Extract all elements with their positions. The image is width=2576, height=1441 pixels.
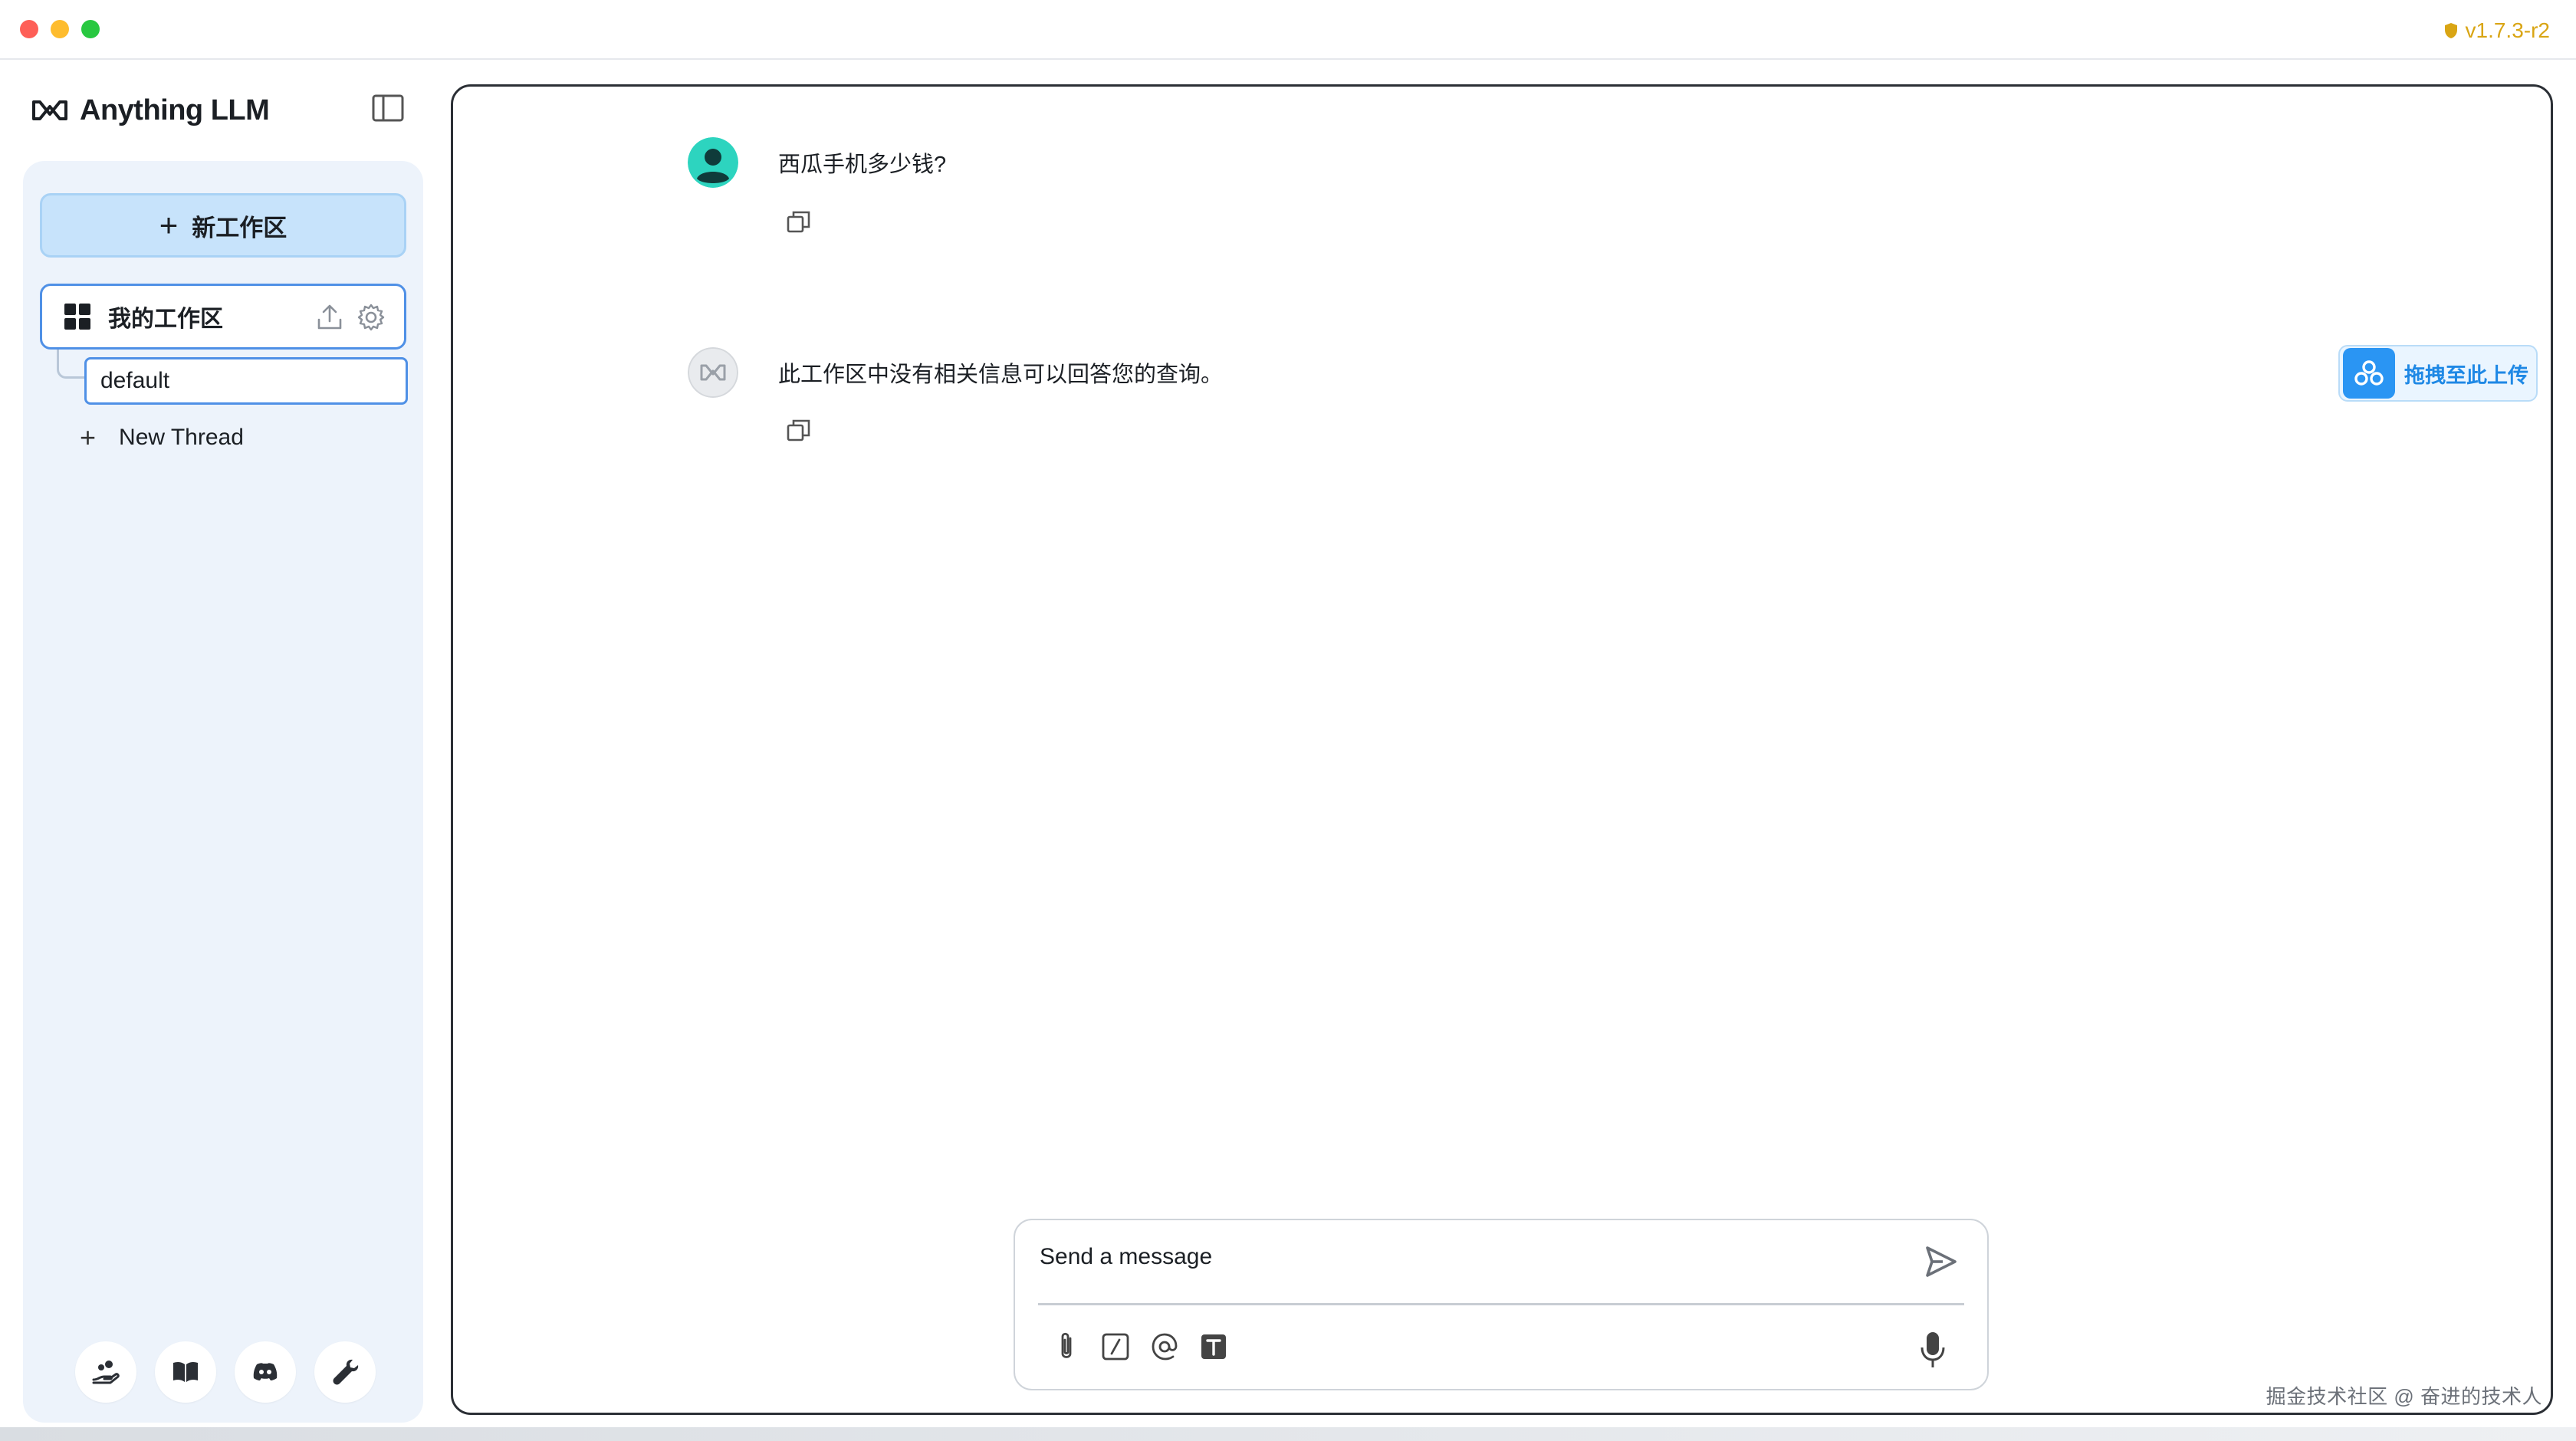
user-avatar-icon: [688, 137, 738, 188]
cloud-link-icon: [2354, 360, 2384, 386]
settings-wrench-icon: [333, 1359, 359, 1385]
slash-command-icon[interactable]: [1101, 1331, 1130, 1363]
gear-icon[interactable]: [356, 303, 386, 332]
watermark-text: 掘金技术社区 @ 奋进的技术人: [2266, 1385, 2542, 1408]
community-hub-button[interactable]: [75, 1341, 136, 1403]
at-mention-icon[interactable]: [1150, 1331, 1179, 1363]
chat-panel: 西瓜手机多少钱? 此工作区中没有相关信息可以回答您的查询。: [451, 84, 2553, 1415]
paperclip-icon[interactable]: [1052, 1331, 1081, 1363]
new-workspace-label: 新工作区: [192, 214, 288, 241]
new-thread-label: New Thread: [119, 425, 244, 450]
grid-icon: [64, 304, 90, 330]
plus-icon: +: [80, 422, 97, 453]
chat-message-user: 西瓜手机多少钱?: [688, 137, 946, 188]
upload-badge: [2343, 348, 2395, 399]
composer-divider: [1038, 1303, 1964, 1305]
community-hub-icon: [92, 1361, 120, 1384]
drag-upload-label: 拖拽至此上传: [2404, 363, 2528, 387]
discord-button[interactable]: [235, 1341, 296, 1403]
composer-toolbar: [1052, 1328, 1228, 1366]
settings-button[interactable]: [314, 1341, 376, 1403]
window-titlebar: v1.7.3-r2: [0, 0, 2576, 60]
assistant-avatar-icon: [688, 347, 738, 398]
app-name: Anything LLM: [80, 94, 270, 126]
docs-button[interactable]: [155, 1341, 216, 1403]
anythingllm-logo-icon: [32, 100, 67, 120]
microphone-icon[interactable]: [1918, 1331, 1947, 1369]
message-composer: [1014, 1219, 1989, 1390]
thread-label: default: [100, 368, 170, 393]
version-text: v1.7.3-r2: [2465, 18, 2551, 42]
window-close-button[interactable]: [20, 20, 38, 38]
sidebar-toggle-icon[interactable]: [371, 94, 405, 123]
plus-icon: +: [159, 207, 179, 243]
new-workspace-button[interactable]: + 新工作区: [40, 193, 406, 258]
discord-icon: [253, 1363, 278, 1380]
text-size-icon[interactable]: [1199, 1331, 1228, 1363]
copy-icon[interactable]: [786, 418, 812, 444]
window-maximize-button[interactable]: [81, 20, 100, 38]
message-text: 此工作区中没有相关信息可以回答您的查询。: [778, 363, 1224, 387]
new-thread-button[interactable]: + New Thread: [80, 419, 244, 457]
send-icon[interactable]: [1924, 1245, 1958, 1279]
window-bottom-edge: [0, 1427, 2576, 1441]
app-logo: Anything LLM: [31, 90, 270, 130]
sidebar-footer: [75, 1341, 397, 1403]
upload-icon[interactable]: [315, 303, 344, 332]
drag-upload-button[interactable]: 拖拽至此上传: [2338, 345, 2538, 402]
version-badge: v1.7.3-r2: [2444, 17, 2551, 44]
workspace-item[interactable]: 我的工作区: [40, 284, 406, 350]
chat-message-assistant: 此工作区中没有相关信息可以回答您的查询。: [688, 347, 1223, 398]
docs-book-icon: [173, 1361, 198, 1382]
workspace-name: 我的工作区: [108, 307, 223, 332]
window-minimize-button[interactable]: [51, 20, 69, 38]
shield-icon: [2444, 23, 2457, 38]
thread-item-default[interactable]: default: [84, 357, 408, 405]
thread-branch-line: [57, 350, 87, 379]
message-input[interactable]: [1040, 1236, 1883, 1279]
copy-icon[interactable]: [786, 209, 812, 235]
message-text: 西瓜手机多少钱?: [778, 153, 947, 177]
sidebar: + 新工作区 我的工作区 default + New Thread: [23, 161, 423, 1423]
